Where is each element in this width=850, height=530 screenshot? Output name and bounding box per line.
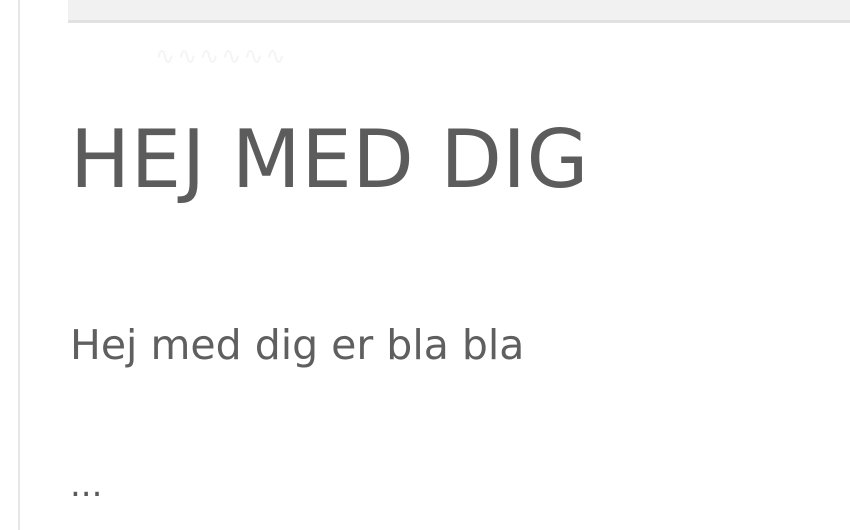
ellipsis-text: ... (70, 465, 103, 505)
page-subtitle: Hej med dig er bla bla (70, 321, 525, 369)
page-title: HEJ MED DIG (70, 113, 590, 206)
main-content: HEJ MED DIG Hej med dig er bla bla ... (70, 0, 850, 530)
page-frame: ∿∿∿∿∿∿ HEJ MED DIG Hej med dig er bla bl… (0, 0, 850, 530)
left-border-divider (18, 0, 20, 530)
